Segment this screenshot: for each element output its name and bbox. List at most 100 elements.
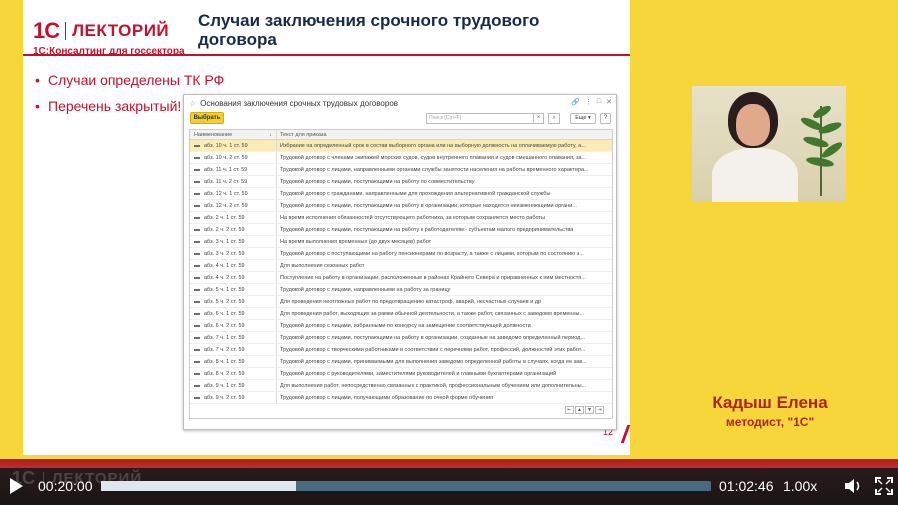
row-text-cell: На время выполнения временных (до двух м… <box>280 239 432 245</box>
table-row[interactable]: абз. 6 ч. 1 ст. 59 Для проведения работ, … <box>190 308 612 320</box>
total-time: 01:02:46 <box>719 478 774 494</box>
play-icon[interactable] <box>10 478 23 494</box>
table-row[interactable]: абз. 10 ч. 1 ст. 59 Избрание на определен… <box>190 140 612 152</box>
row-name-cell: абз. 4 ч. 2 ст. 59 <box>190 272 277 283</box>
logo-divider <box>65 22 67 40</box>
clear-search-icon[interactable]: × <box>534 113 544 124</box>
row-text-cell: Для выполнения сезонных работ <box>280 263 365 269</box>
speaker-video <box>692 86 846 202</box>
scroll-up-icon[interactable]: ▲ <box>575 406 584 414</box>
plant-icon <box>800 105 843 196</box>
slide-title: Случаи заключения срочного трудового дог… <box>198 11 540 49</box>
speaker-name: Кадыш Елена <box>712 393 828 412</box>
fullscreen-icon[interactable] <box>875 477 893 495</box>
row-text-cell: Трудовой договор с гражданами, направлен… <box>280 191 551 197</box>
scroll-down-icon[interactable]: ▼ <box>585 406 594 414</box>
row-text-cell: Для проведения работ, выходящих за рамки… <box>280 311 585 317</box>
row-name-cell: абз. 12 ч. 2 ст. 59 <box>190 200 277 211</box>
row-text-cell: Для выполнения работ, непосредственно св… <box>280 383 587 389</box>
logo-subtitle: 1С:Консалтинг для госсектора <box>33 46 185 57</box>
table-row[interactable]: абз. 5 ч. 2 ст. 59 Для проведения неотлож… <box>190 296 612 308</box>
scroll-last-icon[interactable]: ⇥ <box>595 406 604 414</box>
row-name-cell: абз. 12 ч. 1 ст. 59 <box>190 188 277 199</box>
row-name-cell: абз. 7 ч. 2 ст. 59 <box>190 344 277 355</box>
speaker-body <box>712 148 798 202</box>
close-icon[interactable]: ✕ <box>606 98 612 106</box>
table-row[interactable]: абз. 11 ч. 2 ст. 59 Трудовой договор с ли… <box>190 176 612 188</box>
table-row[interactable]: абз. 8 ч. 1 ст. 59 Трудовой договор с лиц… <box>190 356 612 368</box>
more-button[interactable]: Еще ▾ <box>570 113 596 124</box>
table-row[interactable]: абз. 3 ч. 1 ст. 59 На время выполнения вр… <box>190 236 612 248</box>
catalog-item-icon <box>194 288 200 291</box>
row-text-cell: Трудовой договор с творческими работника… <box>280 347 586 353</box>
current-time: 00:20:00 <box>38 478 93 494</box>
catalog-item-icon <box>194 240 200 243</box>
row-name-cell: абз. 9 ч. 1 ст. 59 <box>190 380 277 391</box>
link-icon[interactable]: 🔗 <box>571 98 580 106</box>
row-name-cell: абз. 6 ч. 2 ст. 59 <box>190 320 277 331</box>
table-row[interactable]: абз. 11 ч. 1 ст. 59 Трудовой договор с ли… <box>190 164 612 176</box>
catalog-item-icon <box>194 348 200 351</box>
search-input[interactable]: Поиск (Ctrl+F) <box>426 113 534 124</box>
grid-navigation: ⇤ ▲ ▼ ⇥ <box>565 406 604 414</box>
row-text-cell: Трудовой договор с лицами, поступающими … <box>280 335 585 341</box>
row-text-cell: Трудовой договор с лицами, направленными… <box>280 287 451 293</box>
row-name-cell: абз. 6 ч. 1 ст. 59 <box>190 308 277 319</box>
select-button[interactable]: Выбрать <box>190 112 224 124</box>
row-text-cell: Избрание на определенный срок в состав в… <box>280 143 586 149</box>
row-text-cell: Трудовой договор с членами экипажей морс… <box>280 155 587 161</box>
table-row[interactable]: абз. 2 ч. 2 ст. 59 Трудовой договор с лиц… <box>190 224 612 236</box>
catalog-item-icon <box>194 360 200 363</box>
table-row[interactable]: абз. 5 ч. 1 ст. 59 Трудовой договор с лиц… <box>190 284 612 296</box>
catalog-item-icon <box>194 300 200 303</box>
table-row[interactable]: абз. 9 ч. 2 ст. 59 Трудовой договор с лиц… <box>190 392 612 404</box>
player-accent-strip <box>0 459 898 468</box>
table-row[interactable]: абз. 12 ч. 2 ст. 59 Трудовой договор с ли… <box>190 200 612 212</box>
table-row[interactable]: абз. 7 ч. 2 ст. 59 Трудовой договор с тво… <box>190 344 612 356</box>
logo-mark: 1С <box>33 18 60 43</box>
row-name-cell: абз. 11 ч. 2 ст. 59 <box>190 176 277 187</box>
row-name-cell: абз. 9 ч. 2 ст. 59 <box>190 392 277 403</box>
speaker-role: методист, "1С" <box>725 415 815 429</box>
catalog-item-icon <box>194 144 200 147</box>
progress-bar[interactable] <box>101 481 711 491</box>
lectorium-logo: 1С ЛЕКТОРИЙ 1С:Консалтинг для госсектора <box>33 18 185 57</box>
row-text-cell: Трудовой договор с лицами, поступающими … <box>280 179 475 185</box>
row-name-cell: абз. 8 ч. 2 ст. 59 <box>190 368 277 379</box>
table-row[interactable]: абз. 2 ч. 1 ст. 59 На время исполнения об… <box>190 212 612 224</box>
help-button[interactable]: ? <box>600 113 611 124</box>
row-text-cell: Трудовой договор с лицами, принимаемыми … <box>280 359 587 365</box>
table-row[interactable]: абз. 3 ч. 2 ст. 59 Трудовой договор с пос… <box>190 248 612 260</box>
more-options-icon[interactable]: ⋮ <box>585 98 592 106</box>
search-icon[interactable]: ⌕ <box>548 113 560 124</box>
table-row[interactable]: абз. 7 ч. 1 ст. 59 Трудовой договор с лиц… <box>190 332 612 344</box>
row-text-cell: Трудовой договор с лицами, получающими о… <box>280 395 494 401</box>
scroll-first-icon[interactable]: ⇤ <box>565 406 574 414</box>
row-name-cell: абз. 3 ч. 2 ст. 59 <box>190 248 277 259</box>
playback-speed[interactable]: 1.00x <box>783 478 817 494</box>
table-row[interactable]: абз. 8 ч. 2 ст. 59 Трудовой договор с рук… <box>190 368 612 380</box>
column-header-name[interactable]: Наименование ↓ <box>190 130 277 139</box>
column-header-text[interactable]: Текст для приказа <box>277 130 612 139</box>
catalog-item-icon <box>194 228 200 231</box>
table-row[interactable]: абз. 4 ч. 1 ст. 59 Для выполнения сезонны… <box>190 260 612 272</box>
catalog-item-icon <box>194 204 200 207</box>
window-titlebar: ☆ Основания заключения срочных трудовых … <box>184 95 616 112</box>
data-grid: Наименование ↓ Текст для приказа абз. 10 … <box>189 129 613 419</box>
table-row[interactable]: абз. 4 ч. 2 ст. 59 Поступление на работу … <box>190 272 612 284</box>
maximize-icon[interactable]: □ <box>597 98 601 106</box>
grid-header: Наименование ↓ Текст для приказа <box>190 130 612 140</box>
catalog-item-icon <box>194 276 200 279</box>
window-controls: 🔗 ⋮ □ ✕ <box>571 98 612 106</box>
row-text-cell: Для проведения неотложных работ по предо… <box>280 299 542 305</box>
table-row[interactable]: абз. 9 ч. 1 ст. 59 Для выполнения работ, … <box>190 380 612 392</box>
catalog-item-icon <box>194 384 200 387</box>
catalog-item-icon <box>194 396 200 399</box>
table-row[interactable]: абз. 6 ч. 2 ст. 59 Трудовой договор с лиц… <box>190 320 612 332</box>
row-text-cell: Трудовой договор с поступающими на работ… <box>280 251 584 257</box>
catalog-item-icon <box>194 312 200 315</box>
table-row[interactable]: абз. 10 ч. 2 ст. 59 Трудовой договор с чл… <box>190 152 612 164</box>
table-row[interactable]: абз. 12 ч. 1 ст. 59 Трудовой договор с гр… <box>190 188 612 200</box>
volume-icon[interactable] <box>843 477 863 495</box>
favorite-star-icon[interactable]: ☆ <box>189 99 196 108</box>
